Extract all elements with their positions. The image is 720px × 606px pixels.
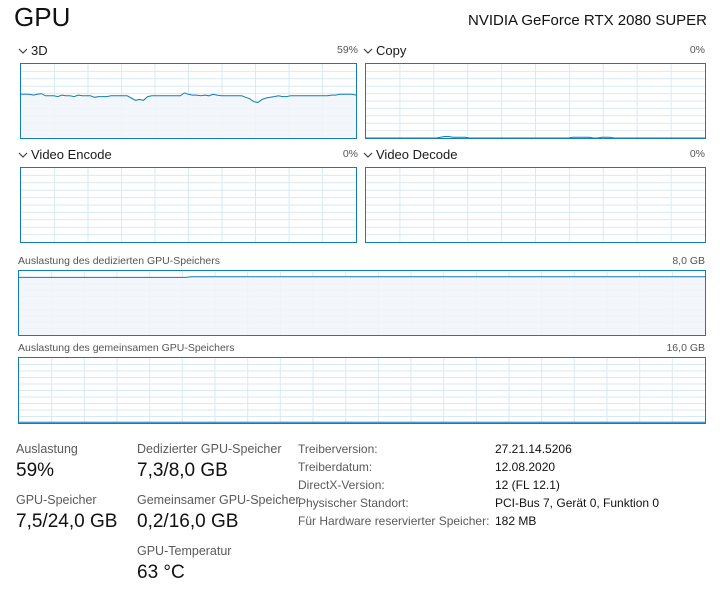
hardware-reserved-memory-key: Für Hardware reservierter Speicher: — [298, 514, 490, 528]
physical-location-key: Physischer Standort: — [298, 496, 409, 510]
gpu-memory-value: 7,5/24,0 GB — [16, 511, 118, 532]
utilization-label: Auslastung — [16, 442, 78, 456]
engine-graph-video-encode — [20, 167, 357, 243]
driver-version-value: 27.21.14.5206 — [495, 442, 572, 456]
directx-version-value: 12 (FL 12.1) — [495, 478, 560, 492]
engine-selector-video-decode[interactable]: Video Decode — [363, 147, 457, 162]
engine-percent-3d: 59% — [336, 44, 358, 56]
driver-version-key: Treiberversion: — [298, 442, 378, 456]
engine-label-3d: 3D — [31, 43, 48, 58]
gpu-temperature-label: GPU-Temperatur — [137, 544, 232, 558]
chevron-down-icon — [363, 152, 373, 158]
engine-graph-copy-svg — [366, 64, 705, 138]
chevron-down-icon — [363, 48, 373, 54]
dedicated-memory-graph-svg — [19, 271, 705, 335]
shared-memory-label: Gemeinsamer GPU-Speicher — [137, 493, 300, 507]
dedicated-memory-label: Dedizierter GPU-Speicher — [137, 442, 282, 456]
engine-percent-video-encode: 0% — [342, 148, 358, 160]
shared-memory-value: 0,2/16,0 GB — [137, 511, 239, 532]
engine-selector-copy[interactable]: Copy — [363, 43, 406, 58]
engine-label-copy: Copy — [376, 43, 407, 58]
utilization-value: 59% — [16, 460, 55, 481]
engine-graph-video-decode-svg — [366, 168, 705, 242]
shared-memory-graph — [18, 357, 706, 424]
engine-selector-3d[interactable]: 3D — [18, 43, 48, 58]
dedicated-memory-graph-max: 8,0 GB — [672, 255, 705, 267]
physical-location-value: PCI-Bus 7, Gerät 0, Funktion 0 — [495, 496, 660, 510]
engine-graph-video-decode — [365, 167, 706, 243]
chevron-down-icon — [18, 48, 28, 54]
engine-graph-3d — [20, 63, 357, 139]
engine-graph-copy — [365, 63, 706, 139]
dedicated-memory-graph-label: Auslastung des dedizierten GPU-Speichers — [18, 255, 220, 267]
graph-area — [19, 276, 705, 335]
engine-label-video-encode: Video Encode — [31, 147, 112, 162]
driver-date-key: Treiberdatum: — [298, 460, 373, 474]
dedicated-memory-value: 7,3/8,0 GB — [137, 460, 228, 481]
gpu-device-name: NVIDIA GeForce RTX 2080 SUPER — [468, 12, 707, 29]
gpu-temperature-value: 63 °C — [137, 562, 185, 583]
driver-date-value: 12.08.2020 — [495, 460, 556, 474]
engine-graph-video-encode-svg — [21, 168, 356, 242]
chevron-down-icon — [18, 152, 28, 158]
hardware-reserved-memory-value: 182 MB — [495, 514, 537, 528]
engine-graph-3d-svg — [21, 64, 356, 138]
page-title: GPU — [14, 2, 71, 32]
engine-percent-video-decode: 0% — [689, 148, 705, 160]
gpu-memory-label: GPU-Speicher — [16, 493, 97, 507]
shared-memory-graph-svg — [19, 358, 705, 423]
shared-memory-graph-max: 16,0 GB — [666, 342, 705, 354]
graph-area — [21, 92, 356, 138]
directx-version-key: DirectX-Version: — [298, 478, 385, 492]
shared-memory-graph-label: Auslastung des gemeinsamen GPU-Speichers — [18, 342, 235, 354]
engine-percent-copy: 0% — [689, 44, 705, 56]
dedicated-memory-graph — [18, 270, 706, 336]
engine-selector-video-encode[interactable]: Video Encode — [18, 147, 112, 162]
engine-label-video-decode: Video Decode — [376, 147, 458, 162]
